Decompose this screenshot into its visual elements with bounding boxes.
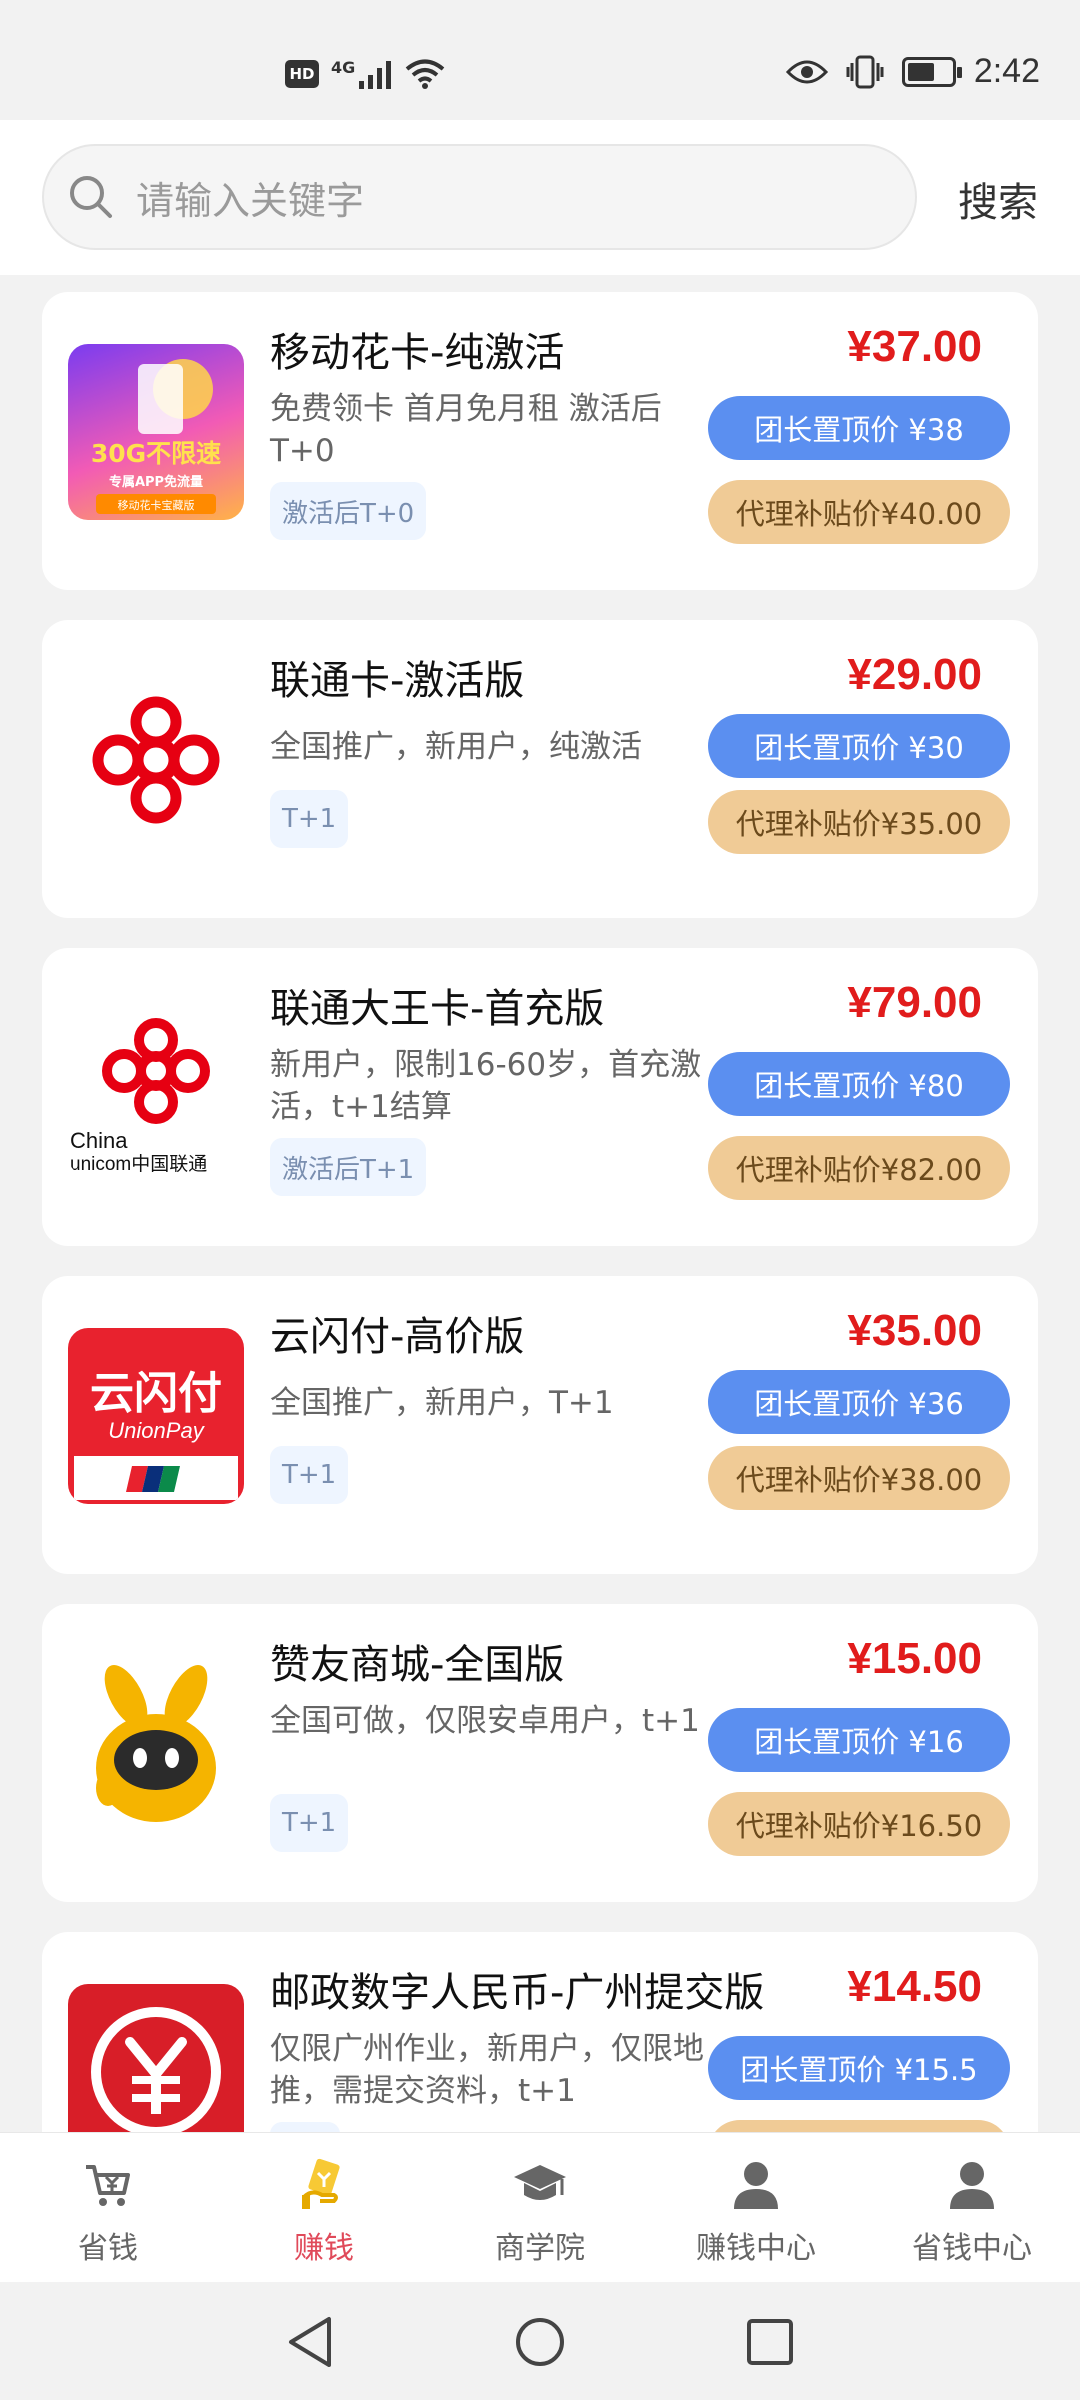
search-icon (70, 176, 112, 218)
home-icon[interactable] (510, 2312, 570, 2372)
product-title: 赞友商城-全国版 (270, 1642, 565, 1688)
product-price: ¥79.00 (847, 978, 982, 1027)
thumb-footer: 移动花卡宝藏版 (118, 498, 195, 512)
tab-label: 商学院 (495, 2231, 585, 2266)
logo-unicom-text: unicom中国联通 (70, 1153, 207, 1175)
tab-business-school[interactable]: 商学院 (432, 2133, 648, 2283)
product-title: 云闪付-高价版 (270, 1314, 525, 1360)
product-list: 30G不限速 专属APP免流量 移动花卡宝藏版 移动花卡-纯激活 免费领卡 首月… (0, 275, 1080, 2132)
leader-price-button[interactable]: 团长置顶价 ¥36 (708, 1370, 1010, 1434)
unionpay-logo: 云闪付 UnionPay (68, 1328, 244, 1504)
graduation-cap-icon (510, 2155, 570, 2215)
product-card[interactable]: 云闪付 UnionPay 云闪付-高价版 全国推广，新用户，T+1 T+1 ¥3… (42, 1276, 1038, 1574)
product-price: ¥37.00 (847, 322, 982, 371)
product-description: 仅限广州作业，新用户，仅限地推，需提交资料，t+1 (270, 2031, 704, 2109)
china-unicom-logo (68, 672, 244, 848)
thumb-headline: 30G不限速 (91, 439, 221, 468)
china-unicom-logo: China unicom中国联通 (68, 1000, 244, 1176)
digital-rmb-logo (68, 1984, 244, 2132)
battery-icon (901, 56, 962, 87)
agent-price-button[interactable]: 代理补贴价¥82.00 (708, 1136, 1010, 1200)
status-right: 2:42 (785, 52, 1040, 91)
tab-earn-money[interactable]: 赚钱 (216, 2133, 432, 2283)
product-card[interactable]: 联通卡-激活版 全国推广，新用户，纯激活 T+1 ¥29.00 团长置顶价 ¥3… (42, 620, 1038, 918)
search-header: 请输入关键字 搜索 (0, 120, 1080, 275)
eye-icon (785, 60, 828, 83)
tab-label: 省钱中心 (912, 2231, 1032, 2266)
leader-price-button[interactable]: 团长置顶价 ¥16 (708, 1708, 1010, 1772)
settlement-tag: T+1 (270, 1446, 349, 1504)
settlement-tag: T+1 (270, 790, 349, 848)
tab-save-center[interactable]: 省钱中心 (864, 2133, 1080, 2283)
search-placeholder: 请输入关键字 (136, 178, 365, 223)
zanyou-mascot-logo (68, 1656, 244, 1832)
search-input[interactable]: 请输入关键字 (42, 144, 917, 250)
hd-badge: HD (285, 60, 319, 88)
product-price: ¥15.00 (847, 1634, 982, 1683)
product-title: 联通大王卡-首充版 (270, 986, 605, 1032)
cart-icon (78, 2155, 138, 2215)
settlement-tag: 激活后T+1 (270, 1138, 427, 1196)
leader-price-button[interactable]: 团长置顶价 ¥38 (708, 396, 1010, 460)
product-title: 移动花卡-纯激活 (270, 330, 565, 376)
agent-price-button[interactable]: 代理补贴价¥40.00 (708, 480, 1010, 544)
status-left: HD 4G (285, 58, 445, 90)
china-mobile-card-thumbnail: 30G不限速 专属APP免流量 移动花卡宝藏版 (68, 344, 244, 520)
agent-price-button[interactable]: 代理补贴价¥38.00 (708, 1446, 1010, 1510)
network-type: 4G (331, 57, 356, 77)
product-description: 全国可做，仅限安卓用户，t+1 (270, 1703, 700, 1739)
earn-icon (294, 2155, 354, 2215)
logo-china-text: China (70, 1128, 128, 1153)
leader-price-button[interactable]: 团长置顶价 ¥30 (708, 714, 1010, 778)
settlement-tag: T+1 (270, 1794, 349, 1852)
signal-icon (359, 61, 392, 89)
tab-label: 省钱 (78, 2231, 138, 2266)
bottom-tab-bar: 省钱 赚钱 商学院 赚钱中心 省钱中心 (0, 2132, 1080, 2282)
agent-price-button[interactable] (708, 2120, 1010, 2132)
logo-en-text: UnionPay (108, 1418, 205, 1443)
clock: 2:42 (973, 52, 1040, 90)
agent-price-button[interactable]: 代理补贴价¥16.50 (708, 1792, 1010, 1856)
product-card[interactable]: 邮政数字人民币-广州提交版 仅限广州作业，新用户，仅限地推，需提交资料，t+1 … (42, 1932, 1038, 2132)
product-title: 联通卡-激活版 (270, 658, 525, 704)
settlement-tag: 激活后T+0 (270, 482, 427, 540)
recents-icon[interactable] (740, 2312, 800, 2372)
user-icon (726, 2155, 786, 2215)
product-card[interactable]: 赞友商城-全国版 全国可做，仅限安卓用户，t+1 T+1 ¥15.00 团长置顶… (42, 1604, 1038, 1902)
system-navigation-bar (0, 2282, 1080, 2400)
leader-price-button[interactable]: 团长置顶价 ¥80 (708, 1052, 1010, 1116)
product-description: 全国推广，新用户，T+1 (270, 1385, 614, 1421)
thumb-subline: 专属APP免流量 (109, 474, 203, 490)
user-icon (942, 2155, 1002, 2215)
tab-label: 赚钱 (294, 2231, 354, 2266)
leader-price-button[interactable]: 团长置顶价 ¥15.5 (708, 2036, 1010, 2100)
product-description: 新用户，限制16-60岁，首充激活，t+1结算 (270, 1047, 702, 1125)
status-bar: HD 4G 2:42 (0, 0, 1080, 120)
tab-earn-center[interactable]: 赚钱中心 (648, 2133, 864, 2283)
product-price: ¥35.00 (847, 1306, 982, 1355)
tab-label: 赚钱中心 (696, 2231, 816, 2266)
product-price: ¥14.50 (847, 1962, 982, 2011)
product-description: 全国推广，新用户，纯激活 (270, 729, 642, 765)
back-icon[interactable] (280, 2312, 340, 2372)
vibrate-icon (846, 55, 884, 88)
logo-cn-text: 云闪付 (90, 1368, 222, 1419)
agent-price-button[interactable]: 代理补贴价¥35.00 (708, 790, 1010, 854)
settlement-tag (270, 2122, 340, 2132)
product-title: 邮政数字人民币-广州提交版 (270, 1970, 765, 2016)
product-price: ¥29.00 (847, 650, 982, 699)
search-button[interactable]: 搜索 (958, 170, 1038, 228)
product-description: 免费领卡 首月免月租 激活后T+0 (270, 391, 662, 469)
product-card[interactable]: China unicom中国联通 联通大王卡-首充版 新用户，限制16-60岁，… (42, 948, 1038, 1246)
tab-save-money[interactable]: 省钱 (0, 2133, 216, 2283)
wifi-icon (405, 59, 445, 89)
product-card[interactable]: 30G不限速 专属APP免流量 移动花卡宝藏版 移动花卡-纯激活 免费领卡 首月… (42, 292, 1038, 590)
